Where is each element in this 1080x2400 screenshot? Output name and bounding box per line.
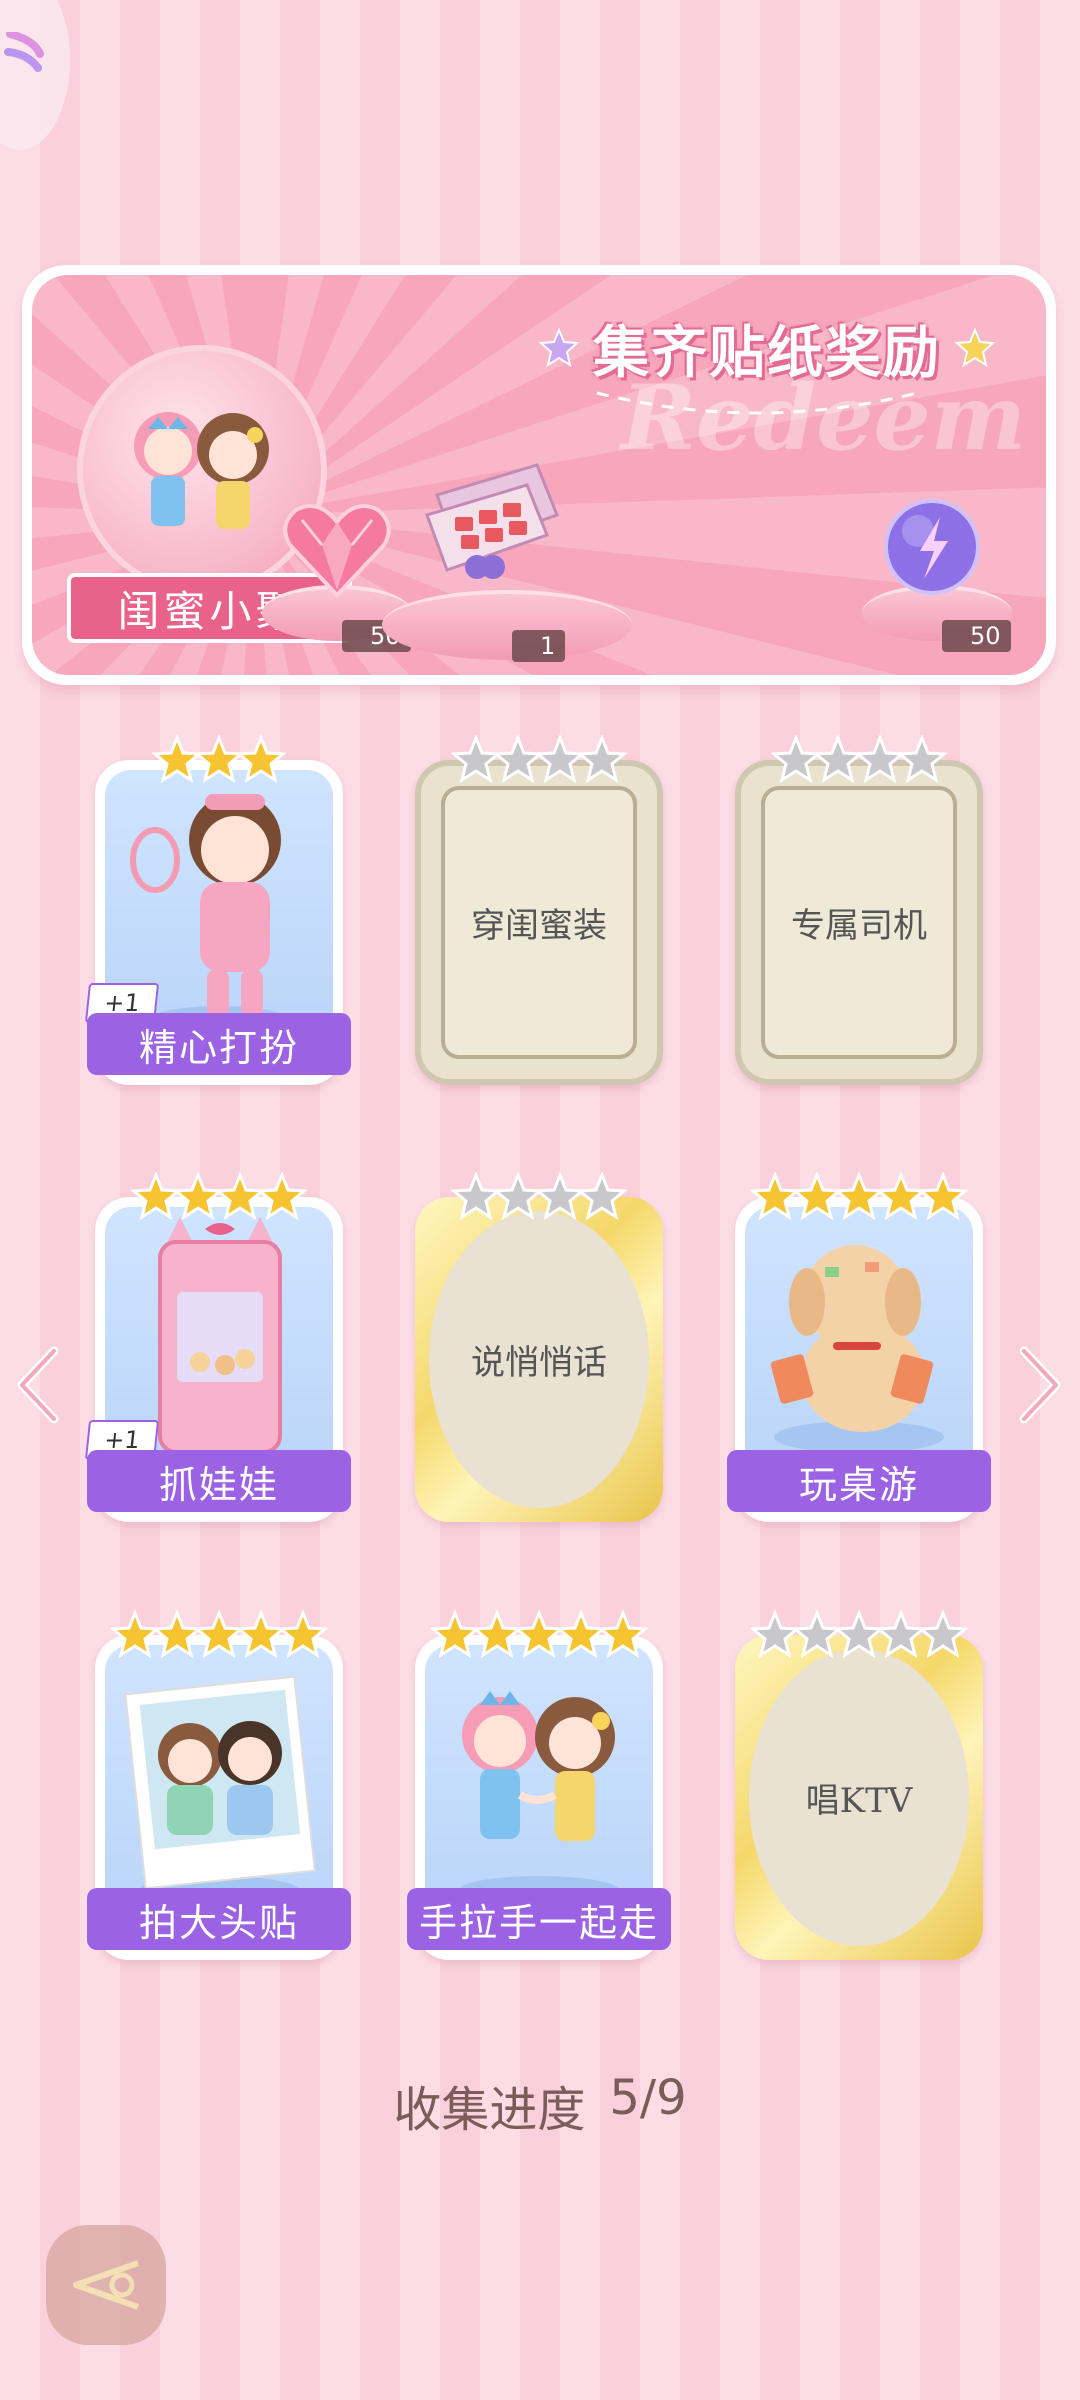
- heart-gem-icon: [283, 504, 391, 598]
- sticker-card-locked[interactable]: 穿闺蜜装: [415, 725, 663, 1085]
- collection-progress: 收集进度 5/9: [0, 2070, 1080, 2140]
- sticker-label: 说悄悄话: [471, 1343, 607, 1383]
- sticker-card-locked[interactable]: 专属司机: [735, 725, 983, 1085]
- gold-star-icon: [918, 1172, 968, 1221]
- next-page-arrow[interactable]: [1014, 1345, 1064, 1425]
- sticker-label: 拍大头贴: [87, 1888, 351, 1950]
- previous-page-arrow[interactable]: [14, 1345, 64, 1425]
- sticker-card-locked[interactable]: 说悄悄话: [415, 1162, 663, 1522]
- grey-star-icon: [577, 1172, 627, 1221]
- gold-star-icon: [278, 1610, 328, 1659]
- sticker-card[interactable]: +1 精心打扮: [84, 725, 351, 1085]
- sticker-card-locked[interactable]: 唱KTV: [735, 1600, 983, 1960]
- progress-label: 收集进度: [393, 2082, 586, 2138]
- grey-star-icon: [897, 735, 947, 784]
- menu-button[interactable]: [0, 0, 70, 150]
- sticker-label: 手拉手一起走: [407, 1888, 671, 1950]
- sticker-label: 穿闺蜜装: [471, 906, 607, 946]
- star-rating: [95, 725, 343, 785]
- banner-title: 集齐贴纸奖励: [593, 320, 941, 386]
- reward-banner: Redeem 集齐贴纸奖励 闺蜜小聚 50 1 50: [22, 265, 1056, 685]
- star-rating: [95, 1600, 343, 1660]
- grey-star-icon: [577, 735, 627, 784]
- gold-star-icon: [257, 1172, 307, 1221]
- star-rating: [415, 1162, 663, 1222]
- grey-star-icon: [918, 1610, 968, 1659]
- gift-box-icon: [425, 463, 559, 579]
- yellow-star-icon: [955, 328, 995, 368]
- sticker-label: 精心打扮: [87, 1013, 351, 1075]
- purple-star-icon: [539, 328, 579, 368]
- progress-value: 5/9: [609, 2070, 687, 2126]
- star-rating: [415, 1600, 663, 1660]
- star-rating: [735, 725, 983, 785]
- sticker-label: 玩桌游: [727, 1450, 991, 1512]
- star-rating: [735, 1600, 983, 1660]
- sticker-label: 抓娃娃: [87, 1450, 351, 1512]
- back-button[interactable]: [46, 2225, 166, 2345]
- energy-orb-icon: [884, 499, 980, 595]
- gold-star-icon: [598, 1610, 648, 1659]
- sticker-label: 唱KTV: [805, 1781, 913, 1821]
- sticker-card[interactable]: +1 抓娃娃: [84, 1162, 351, 1522]
- sticker-card[interactable]: 手拉手一起走: [407, 1600, 671, 1960]
- star-rating: [415, 725, 663, 785]
- banner-dash-decoration: [596, 391, 918, 415]
- sticker-card[interactable]: 玩桌游: [727, 1162, 991, 1522]
- petal-icon: [4, 32, 44, 72]
- reward-pedestal: [382, 590, 632, 660]
- sticker-label: 专属司机: [791, 906, 927, 946]
- reward-quantity: 50: [942, 620, 1011, 652]
- star-rating: [735, 1162, 983, 1222]
- star-rating: [95, 1162, 343, 1222]
- sticker-card[interactable]: 拍大头贴: [87, 1600, 351, 1960]
- reward-quantity: 1: [512, 630, 566, 662]
- gold-star-icon: [236, 735, 286, 784]
- back-arrow-icon: [73, 2260, 140, 2310]
